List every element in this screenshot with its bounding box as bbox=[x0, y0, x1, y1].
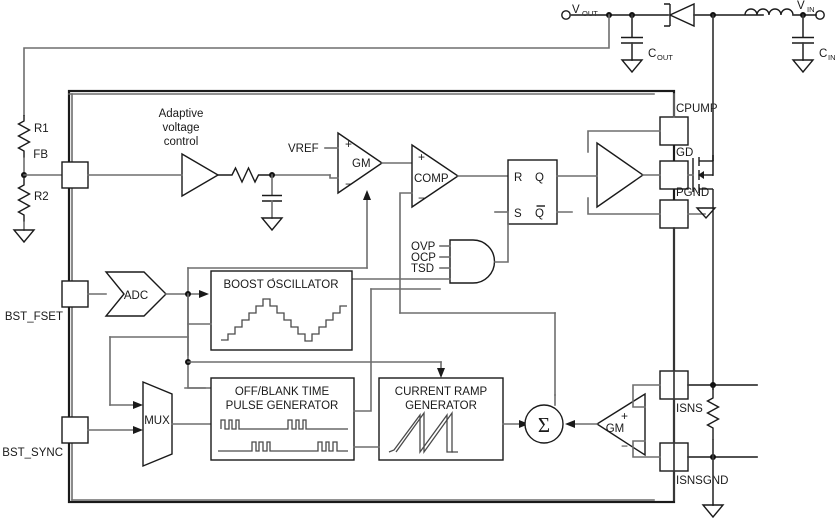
vin-terminal bbox=[815, 10, 825, 20]
latch-r-label: R bbox=[514, 172, 522, 184]
current-ramp-label-line2: GENERATOR bbox=[405, 400, 477, 412]
latch-qbar-label: Q bbox=[535, 208, 544, 220]
pin-label-cpump: CPUMP bbox=[676, 103, 718, 115]
resistor-r1 bbox=[17, 115, 31, 158]
arrowhead-gm-feedback bbox=[363, 190, 371, 200]
compensation-resistor bbox=[218, 166, 272, 184]
block-diagram-svg: V OUT C OUT V IN C IN R1 R2 FB BST_FSET … bbox=[2, 0, 836, 519]
cout-sublabel: OUT bbox=[657, 53, 673, 62]
ground-symbol-rsense bbox=[701, 504, 725, 519]
comp-plus-sign: + bbox=[418, 150, 425, 164]
arrowhead-summer-in-right bbox=[565, 420, 575, 428]
sense-gm-minus-sign: − bbox=[621, 439, 628, 453]
cin-label: C bbox=[819, 48, 827, 60]
current-ramp-label-line1: CURRENT RAMP bbox=[395, 386, 488, 398]
off-blank-label-line1: OFF/BLANK TIME bbox=[235, 386, 330, 398]
wire-vout-feedback-tap bbox=[23, 14, 610, 116]
vout-terminal bbox=[561, 10, 571, 20]
pin-label-bst-fset: BST_FSET bbox=[5, 311, 63, 323]
fault-and-gate bbox=[449, 239, 496, 284]
cout-label: C bbox=[648, 48, 656, 60]
arrowhead-mux-in2 bbox=[133, 426, 143, 434]
cin-sublabel: IN bbox=[828, 53, 836, 62]
arrowhead-mux-in1 bbox=[133, 401, 143, 409]
comp-label: COMP bbox=[414, 173, 449, 185]
off-blank-label-line2: PULSE GENERATOR bbox=[226, 400, 339, 412]
ground-symbol-comp-cap bbox=[260, 217, 284, 232]
current-sense-resistor bbox=[706, 385, 720, 440]
pin-label-gd: GD bbox=[676, 147, 693, 159]
pin-label-isns: ISNS bbox=[676, 403, 703, 415]
summer-label: Σ bbox=[538, 413, 550, 437]
wire-offblank-out-up bbox=[353, 288, 372, 412]
arrowhead-osc-in bbox=[199, 290, 209, 298]
pin-label-bst-sync: BST_SYNC bbox=[2, 447, 63, 459]
pin-box-fb[interactable] bbox=[61, 161, 89, 189]
latch-s-label: S bbox=[514, 208, 522, 220]
pin-box-bst-fset[interactable] bbox=[61, 280, 89, 308]
adaptive-voltage-control-amp bbox=[181, 152, 220, 198]
pin-label-fb: FB bbox=[33, 149, 48, 161]
latch-q-label: Q bbox=[535, 172, 544, 184]
vref-label: VREF bbox=[288, 143, 319, 155]
sense-gm-label: GM bbox=[606, 423, 625, 435]
wire-and-out-to-s bbox=[494, 211, 509, 263]
pin-box-bst-sync[interactable] bbox=[61, 416, 89, 444]
vout-sublabel: OUT bbox=[582, 9, 598, 18]
pin-box-cpump[interactable] bbox=[659, 116, 689, 146]
ground-symbol-divider bbox=[12, 229, 36, 244]
ground-symbol-cout bbox=[620, 59, 644, 74]
avc-label-line3: control bbox=[164, 136, 199, 148]
pin-box-gd[interactable] bbox=[659, 160, 689, 190]
mux-label: MUX bbox=[144, 415, 170, 427]
schematic-canvas: V OUT C OUT V IN C IN R1 R2 FB BST_FSET … bbox=[0, 0, 838, 527]
avc-label-line2: voltage bbox=[162, 122, 199, 134]
vin-label: V bbox=[797, 0, 805, 12]
arrowhead-ramp-in bbox=[437, 368, 445, 378]
wire-compnode-to-gm-minus bbox=[329, 174, 339, 179]
gm-plus-sign: + bbox=[345, 137, 352, 151]
gm-label: GM bbox=[352, 158, 371, 170]
ground-symbol-cin bbox=[791, 59, 815, 74]
gm-minus-sign: − bbox=[345, 177, 352, 191]
adc-label: ADC bbox=[124, 290, 148, 302]
vin-sublabel: IN bbox=[807, 5, 815, 14]
r2-label: R2 bbox=[34, 191, 49, 203]
tsd-label: TSD bbox=[411, 263, 434, 275]
boost-oscillator-label: BOOST OSCILLATOR bbox=[223, 279, 338, 291]
resistor-r2 bbox=[17, 175, 31, 222]
pin-box-pgnd[interactable] bbox=[659, 199, 689, 229]
avc-label-line1: Adaptive bbox=[159, 108, 204, 120]
pin-label-isnsgnd: ISNSGND bbox=[676, 475, 728, 487]
schottky-diode bbox=[664, 2, 695, 28]
sense-gm-plus-sign: + bbox=[621, 409, 628, 423]
boost-inductor bbox=[744, 8, 794, 16]
r1-label: R1 bbox=[34, 123, 49, 135]
comp-minus-sign: − bbox=[418, 191, 425, 205]
gate-driver-buffer bbox=[596, 141, 645, 209]
